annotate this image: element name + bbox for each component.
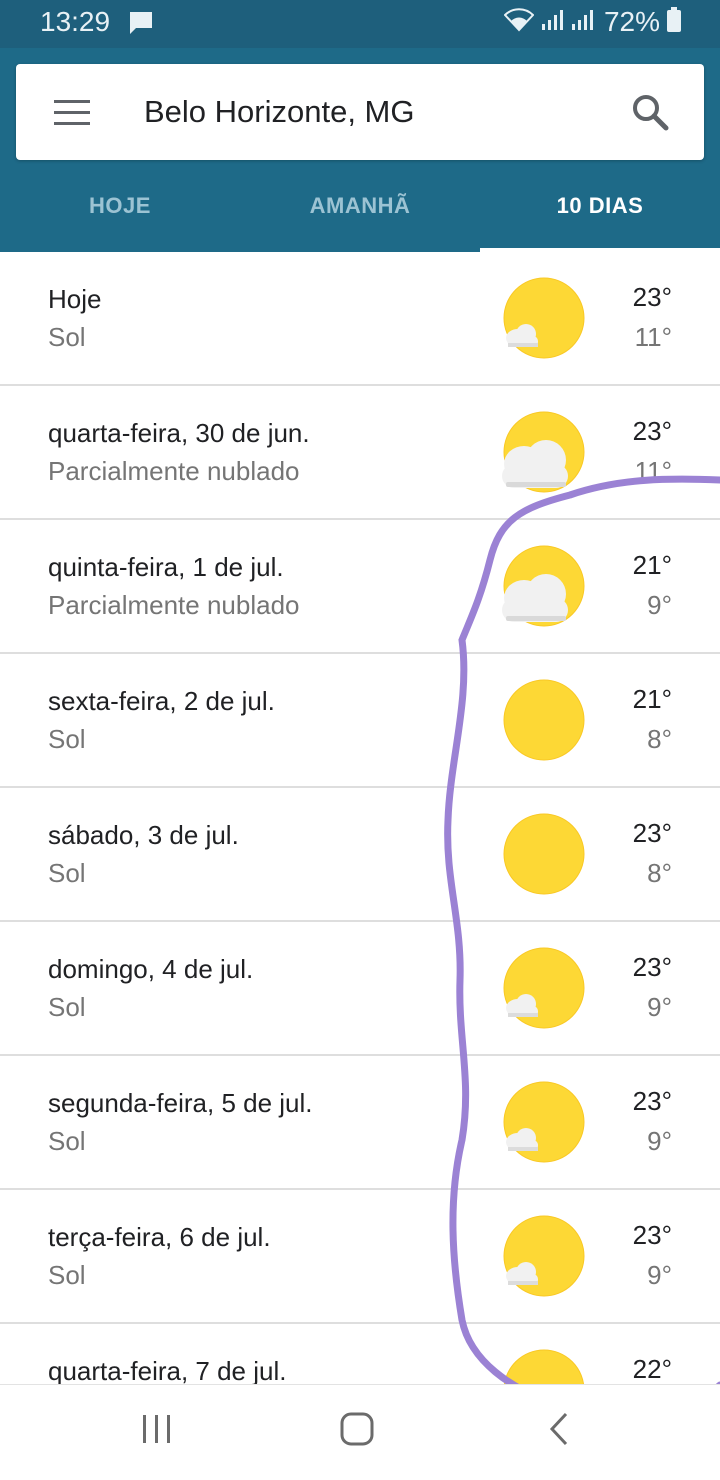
partly-cloudy-icon bbox=[498, 542, 588, 632]
forecast-high-temp: 21° bbox=[632, 684, 672, 714]
forecast-condition: Sol bbox=[48, 858, 86, 888]
signal-icon bbox=[570, 8, 594, 37]
forecast-low-temp: 11° bbox=[634, 322, 672, 352]
message-notification-icon bbox=[128, 10, 154, 41]
sun-small-cloud-icon bbox=[498, 1078, 588, 1168]
sun-small-cloud-icon bbox=[498, 274, 588, 364]
forecast-condition: Parcialmente nublado bbox=[48, 456, 300, 486]
forecast-low-temp: 11° bbox=[634, 456, 672, 486]
forecast-day: Hoje bbox=[48, 284, 102, 314]
sun-small-cloud-icon bbox=[498, 944, 588, 1034]
forecast-high-temp: 23° bbox=[632, 952, 672, 982]
wifi-icon bbox=[503, 7, 535, 37]
status-bar: 13:29 72% bbox=[0, 0, 720, 48]
tab-tomorrow[interactable]: AMANHÃ bbox=[240, 176, 480, 252]
forecast-row[interactable]: sexta-feira, 2 de jul. Sol 21° 8° bbox=[0, 654, 720, 788]
forecast-condition: Sol bbox=[48, 992, 86, 1022]
partly-cloudy-icon bbox=[498, 408, 588, 498]
forecast-row[interactable]: terça-feira, 6 de jul. Sol 23° 9° bbox=[0, 1190, 720, 1324]
battery-icon bbox=[666, 6, 682, 38]
recent-apps-icon[interactable] bbox=[140, 1409, 174, 1454]
forecast-high-temp: 23° bbox=[632, 1086, 672, 1116]
search-icon[interactable] bbox=[630, 92, 670, 137]
forecast-condition: Sol bbox=[48, 1260, 86, 1290]
menu-icon[interactable] bbox=[54, 100, 90, 126]
forecast-day: sábado, 3 de jul. bbox=[48, 820, 239, 850]
forecast-low-temp: 9° bbox=[647, 1260, 672, 1290]
forecast-row[interactable]: quarta-feira, 30 de jun. Parcialmente nub… bbox=[0, 386, 720, 520]
forecast-day: segunda-feira, 5 de jul. bbox=[48, 1088, 313, 1118]
signal-icon bbox=[540, 8, 564, 37]
forecast-row[interactable]: Hoje Sol 23° 11° bbox=[0, 252, 720, 386]
forecast-day: quinta-feira, 1 de jul. bbox=[48, 552, 284, 582]
forecast-high-temp: 23° bbox=[632, 282, 672, 312]
forecast-condition: Sol bbox=[48, 1126, 86, 1156]
forecast-condition: Sol bbox=[48, 322, 86, 352]
forecast-high-temp: 23° bbox=[632, 1220, 672, 1250]
forecast-low-temp: 8° bbox=[647, 724, 672, 754]
home-icon[interactable] bbox=[338, 1409, 378, 1454]
system-nav-bar bbox=[0, 1384, 720, 1480]
tab-today[interactable]: HOJE bbox=[0, 176, 240, 252]
battery-percentage: 72% bbox=[603, 6, 660, 37]
forecast-high-temp: 21° bbox=[632, 550, 672, 580]
forecast-list[interactable]: Hoje Sol 23° 11° quarta-feira, 30 de jun. Par… bbox=[0, 252, 720, 1384]
sun-icon bbox=[498, 676, 588, 766]
forecast-row[interactable]: quarta-feira, 7 de jul. 22° bbox=[0, 1324, 720, 1384]
forecast-low-temp: 8° bbox=[647, 858, 672, 888]
forecast-low-temp: 9° bbox=[647, 590, 672, 620]
forecast-day: quarta-feira, 7 de jul. bbox=[48, 1356, 287, 1384]
sun-icon bbox=[498, 1346, 588, 1384]
search-card[interactable]: Belo Horizonte, MG bbox=[16, 64, 704, 160]
forecast-condition: Parcialmente nublado bbox=[48, 590, 300, 620]
forecast-day: domingo, 4 de jul. bbox=[48, 954, 254, 984]
sun-icon bbox=[498, 810, 588, 900]
forecast-day: terça-feira, 6 de jul. bbox=[48, 1222, 271, 1252]
forecast-day: quarta-feira, 30 de jun. bbox=[48, 418, 310, 448]
status-indicators: 72% bbox=[503, 6, 682, 38]
forecast-high-temp: 23° bbox=[632, 818, 672, 848]
forecast-row[interactable]: segunda-feira, 5 de jul. Sol 23° 9° bbox=[0, 1056, 720, 1190]
back-icon[interactable] bbox=[544, 1409, 574, 1454]
forecast-high-temp: 23° bbox=[632, 416, 672, 446]
app-bar: Belo Horizonte, MG HOJE AMANHÃ 10 DIAS bbox=[0, 48, 720, 252]
forecast-day: sexta-feira, 2 de jul. bbox=[48, 686, 275, 716]
tab-10-days[interactable]: 10 DIAS bbox=[480, 176, 720, 252]
forecast-high-temp: 22° bbox=[632, 1354, 672, 1384]
location-text[interactable]: Belo Horizonte, MG bbox=[144, 94, 415, 130]
forecast-low-temp: 9° bbox=[647, 1126, 672, 1156]
sun-small-cloud-icon bbox=[498, 1212, 588, 1302]
status-time: 13:29 bbox=[40, 6, 111, 37]
tab-bar: HOJE AMANHÃ 10 DIAS bbox=[0, 176, 720, 252]
forecast-low-temp: 9° bbox=[647, 992, 672, 1022]
forecast-row[interactable]: sábado, 3 de jul. Sol 23° 8° bbox=[0, 788, 720, 922]
forecast-row[interactable]: quinta-feira, 1 de jul. Parcialmente nubl… bbox=[0, 520, 720, 654]
forecast-row[interactable]: domingo, 4 de jul. Sol 23° 9° bbox=[0, 922, 720, 1056]
forecast-condition: Sol bbox=[48, 724, 86, 754]
